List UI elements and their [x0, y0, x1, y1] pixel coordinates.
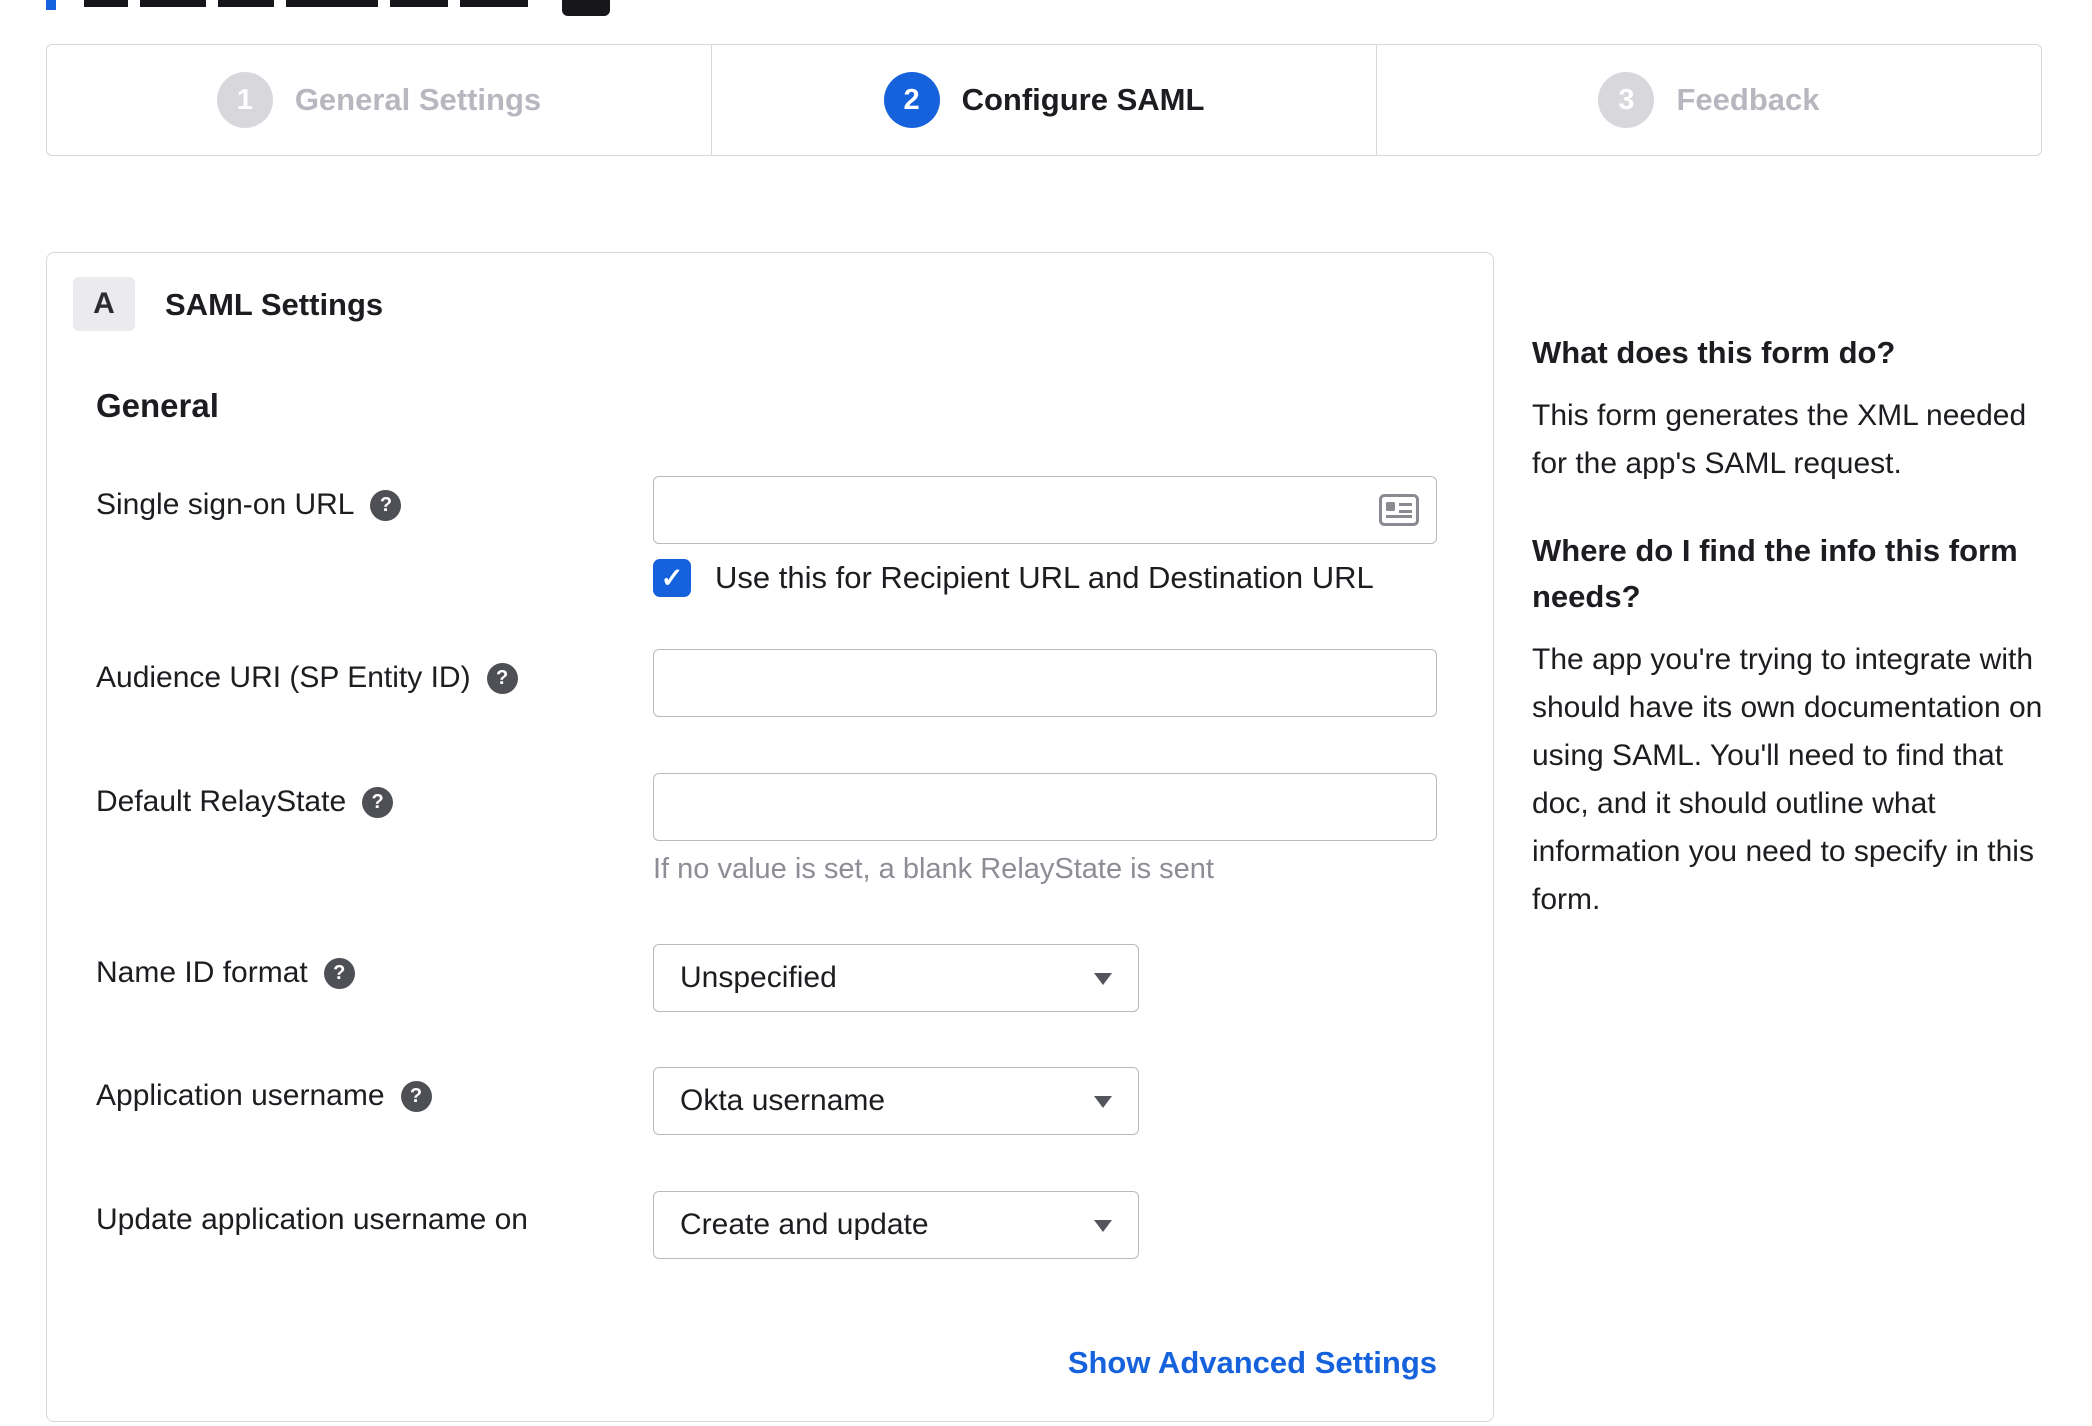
- name-id-format-label-text: Name ID format: [96, 956, 308, 989]
- check-icon: ✓: [660, 562, 684, 593]
- name-id-format-select[interactable]: Unspecified: [653, 944, 1139, 1012]
- relay-state-hint: If no value is set, a blank RelayState i…: [653, 853, 1214, 885]
- relay-state-row: Default RelayState ?: [96, 773, 1486, 843]
- sidebar-answer-1: This form generates the XML needed for t…: [1532, 399, 2027, 480]
- step-label: Configure SAML: [961, 82, 1205, 117]
- app-username-label-text: Application username: [96, 1079, 385, 1112]
- recipient-url-checkbox-row: ✓ Use this for Recipient URL and Destina…: [653, 559, 1374, 597]
- recipient-url-checkbox[interactable]: ✓: [653, 559, 691, 597]
- clipped-title-fragment: [84, 0, 128, 7]
- audience-uri-input[interactable]: [653, 649, 1437, 717]
- sso-url-label: Single sign-on URL ?: [96, 488, 402, 522]
- update-username-label: Update application username on: [96, 1203, 528, 1237]
- clipped-title-fragment: [218, 0, 274, 7]
- update-username-select[interactable]: Create and update: [653, 1191, 1139, 1259]
- recipient-url-checkbox-label[interactable]: Use this for Recipient URL and Destinati…: [715, 560, 1374, 596]
- step-feedback[interactable]: 3 Feedback: [1376, 45, 2041, 155]
- clipped-title-fragment: [390, 0, 448, 7]
- step-number-badge: 1: [216, 72, 273, 128]
- sidebar-question-1: What does this form do?: [1532, 335, 1896, 370]
- update-username-label-text: Update application username on: [96, 1203, 528, 1236]
- contact-card-icon[interactable]: [1379, 492, 1419, 528]
- advanced-settings-row: Show Advanced Settings: [96, 1345, 1437, 1381]
- clipped-title-fragment: [286, 0, 378, 7]
- audience-uri-row: Audience URI (SP Entity ID) ?: [96, 649, 1486, 719]
- step-number-badge: 2: [883, 72, 940, 128]
- show-advanced-settings-link[interactable]: Show Advanced Settings: [1068, 1345, 1437, 1380]
- general-section-heading: General: [96, 387, 219, 424]
- saml-settings-panel: A SAML Settings General Single sign-on U…: [46, 252, 1494, 1422]
- audience-uri-label-text: Audience URI (SP Entity ID): [96, 661, 471, 694]
- app-username-row: Application username ? Okta username: [96, 1067, 1486, 1137]
- app-username-value: Okta username: [680, 1084, 886, 1117]
- app-username-select[interactable]: Okta username: [653, 1067, 1139, 1135]
- sso-url-row: Single sign-on URL ?: [96, 476, 1486, 546]
- chevron-down-icon: [1094, 1220, 1112, 1232]
- help-icon[interactable]: ?: [486, 662, 518, 694]
- clipped-logo-fragment: [562, 0, 610, 16]
- chevron-down-icon: [1094, 1096, 1112, 1108]
- step-number-badge: 3: [1598, 72, 1655, 128]
- sidebar-question-2: Where do I find the info this form needs…: [1532, 533, 2018, 614]
- name-id-format-label: Name ID format ?: [96, 956, 355, 990]
- relay-state-input[interactable]: [653, 773, 1437, 841]
- sso-url-input[interactable]: [653, 476, 1437, 544]
- help-icon[interactable]: ?: [370, 489, 402, 521]
- sidebar-answer-2: The app you're trying to integrate with …: [1532, 643, 2043, 916]
- sso-url-label-text: Single sign-on URL: [96, 488, 355, 521]
- help-icon[interactable]: ?: [400, 1080, 432, 1112]
- step-label: General Settings: [294, 82, 542, 117]
- step-configure-saml[interactable]: 2 Configure SAML: [711, 45, 1376, 155]
- help-icon[interactable]: ?: [323, 957, 355, 989]
- update-username-value: Create and update: [680, 1208, 929, 1241]
- section-a-badge: A: [73, 277, 135, 331]
- relay-state-label-text: Default RelayState: [96, 785, 347, 818]
- clipped-title-fragment: [460, 0, 528, 7]
- relay-state-label: Default RelayState ?: [96, 785, 394, 819]
- update-username-row: Update application username on Create an…: [96, 1191, 1486, 1261]
- name-id-format-value: Unspecified: [680, 961, 837, 994]
- step-general-settings[interactable]: 1 General Settings: [47, 45, 711, 155]
- clipped-title-fragment: [140, 0, 206, 7]
- name-id-format-row: Name ID format ? Unspecified: [96, 944, 1486, 1014]
- panel-title: SAML Settings: [165, 287, 384, 322]
- clipped-title-cursor-fragment: [46, 0, 56, 10]
- app-username-label: Application username ?: [96, 1079, 432, 1113]
- chevron-down-icon: [1094, 973, 1112, 985]
- help-icon[interactable]: ?: [362, 786, 394, 818]
- wizard-stepper: 1 General Settings 2 Configure SAML 3 Fe…: [46, 44, 2042, 156]
- audience-uri-label: Audience URI (SP Entity ID) ?: [96, 661, 518, 695]
- step-label: Feedback: [1676, 82, 1820, 117]
